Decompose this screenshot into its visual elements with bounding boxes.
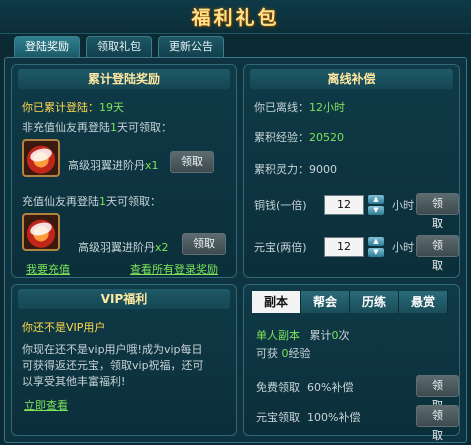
recharge-link[interactable]: 我要充值 <box>26 261 70 277</box>
reward-item-2: 高级羽翼进阶丹x2 <box>78 241 169 254</box>
tab-update-notice[interactable]: 更新公告 <box>158 36 224 58</box>
window-title: 福利礼包 <box>191 7 280 29</box>
view-all-login-rewards-link[interactable]: 查看所有登录奖励 <box>130 261 218 277</box>
dungeon-exp: 可获 0经验 <box>256 347 311 360</box>
vip-desc-line-3: 以享受其他丰富福利! <box>22 375 126 388</box>
reward-item-icon-2[interactable] <box>22 213 60 251</box>
activity-compensation-panel: 副本 帮会 历练 悬赏 单人副本 累计0次 可获 0经验 免费领取 60%补偿 … <box>243 284 460 442</box>
free-claim-info: 免费领取 60%补偿 <box>256 381 354 394</box>
stepper-down-icon[interactable]: ▼ <box>368 248 384 257</box>
stepper-up-icon[interactable]: ▲ <box>368 237 384 246</box>
tab-gift-pack[interactable]: 领取礼包 <box>86 36 152 58</box>
vip-view-link[interactable]: 立即查看 <box>24 397 68 413</box>
login-reward-panel: 累计登陆奖励 你已累计登陆：19天 非充值仙友再登陆1天可领取： 高级羽翼进阶丹… <box>11 64 237 278</box>
offline-duration: 你已离线：12小时 <box>254 101 345 114</box>
claim-button-1[interactable]: 领取 <box>170 151 214 173</box>
vip-status: 你还不是VIP用户 <box>22 321 106 334</box>
offline-compensation-panel: 离线补偿 你已离线：12小时 累积经验：20520 累积灵力：9000 铜钱(一… <box>243 64 460 278</box>
copper-hours-input[interactable]: 12 <box>324 195 364 215</box>
copper-label: 铜钱(一倍) <box>254 199 307 212</box>
subtab-dungeon[interactable]: 副本 <box>252 291 301 313</box>
nonrecharge-condition: 非充值仙友再登陆1天可领取： <box>22 121 172 134</box>
claim-button-2[interactable]: 领取 <box>182 233 226 255</box>
subtab-training[interactable]: 历练 <box>350 291 399 313</box>
vip-panel: VIP福利 你还不是VIP用户 你现在还不是vip用户哦!成为vip每日 可获得… <box>11 284 237 436</box>
ingot-claim-button[interactable]: 领取 <box>416 235 459 272</box>
copper-claim-button[interactable]: 领取 <box>416 193 459 230</box>
ingot-label: 元宝(两倍) <box>254 241 307 254</box>
recharge-condition: 充值仙友再登陆1天可领取： <box>22 195 161 208</box>
subtab-bounty[interactable]: 悬赏 <box>399 291 448 313</box>
accumulated-spirit: 累积灵力：9000 <box>254 163 337 176</box>
copper-unit: 小时 <box>392 199 414 212</box>
main-tabs: 登陆奖励 领取礼包 更新公告 <box>14 36 224 58</box>
ingot-claim-button-activity[interactable]: 领取 <box>416 405 459 442</box>
vip-desc-line-2: 可获得返还元宝，领取vip祝福，还可 <box>22 359 204 372</box>
ingot-hours-input[interactable]: 12 <box>324 237 364 257</box>
activity-subtabs: 副本 帮会 历练 悬赏 <box>252 291 448 313</box>
stepper-up-icon[interactable]: ▲ <box>368 195 384 204</box>
title-bar: 福利礼包 <box>0 0 471 34</box>
free-claim-button[interactable]: 领取 <box>416 375 459 412</box>
content-frame: 累计登陆奖励 你已累计登陆：19天 非充值仙友再登陆1天可领取： 高级羽翼进阶丹… <box>4 57 467 443</box>
copper-hours-stepper[interactable]: ▲ ▼ <box>368 195 384 215</box>
cumulative-login: 你已累计登陆：19天 <box>22 101 124 114</box>
ingot-claim-info: 元宝领取 100%补偿 <box>256 411 361 424</box>
stepper-down-icon[interactable]: ▼ <box>368 206 384 215</box>
cumulative-days: 19天 <box>99 101 124 114</box>
vip-title: VIP福利 <box>18 289 230 309</box>
dungeon-summary: 单人副本 累计0次 <box>256 329 350 342</box>
tab-login-reward[interactable]: 登陆奖励 <box>14 36 80 58</box>
offline-compensation-title: 离线补偿 <box>250 69 453 89</box>
reward-item-icon-1[interactable] <box>22 139 60 177</box>
subtab-guild[interactable]: 帮会 <box>301 291 350 313</box>
reward-item-1: 高级羽翼进阶丹x1 <box>68 159 159 172</box>
ingot-hours-stepper[interactable]: ▲ ▼ <box>368 237 384 257</box>
vip-desc-line-1: 你现在还不是vip用户哦!成为vip每日 <box>22 343 203 356</box>
ingot-unit: 小时 <box>392 241 414 254</box>
accumulated-exp: 累积经验：20520 <box>254 131 344 144</box>
login-reward-title: 累计登陆奖励 <box>18 69 230 89</box>
